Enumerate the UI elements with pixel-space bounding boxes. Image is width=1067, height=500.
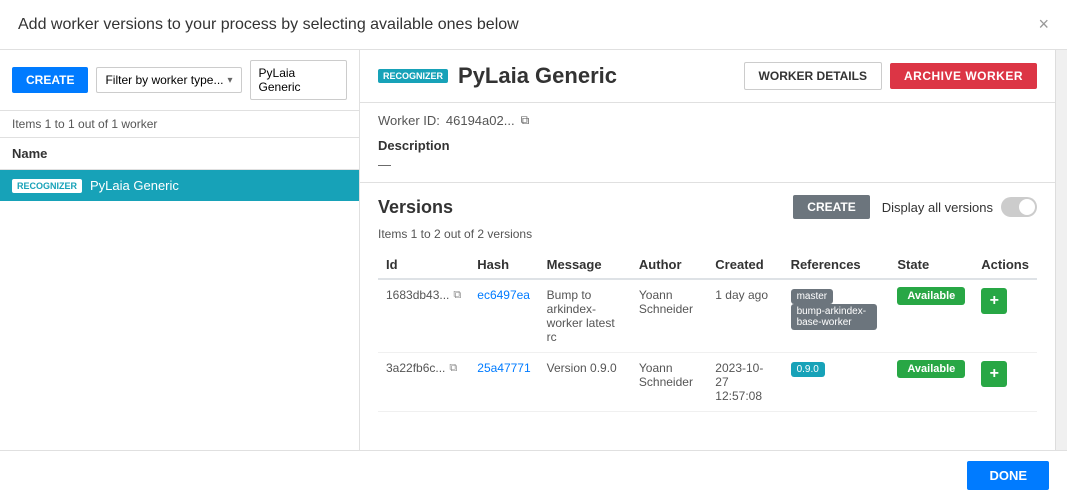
versions-actions: CREATE Display all versions	[793, 195, 1037, 219]
worker-id-row: Worker ID: 46194a02... ⧉	[378, 113, 1037, 128]
version-hash-link[interactable]: 25a47771	[477, 361, 530, 375]
table-row: 3a22fb6c... ⧉ 25a47771 Version 0.9.0 Yoa…	[378, 353, 1037, 412]
versions-table-body: 1683db43... ⧉ ec6497ea Bump to arkindex-…	[378, 279, 1037, 412]
version-message-cell: Version 0.9.0	[539, 353, 631, 412]
worker-details-button[interactable]: WORKER DETAILS	[744, 62, 882, 90]
reference-badge: bump-arkindex-base-worker	[791, 304, 878, 330]
version-references-cell: 0.9.0	[783, 353, 890, 412]
col-id: Id	[378, 251, 469, 279]
archive-worker-button[interactable]: ARCHIVE WORKER	[890, 63, 1037, 89]
left-panel: CREATE Filter by worker type... ▾ PyLaia…	[0, 50, 360, 450]
right-panel: RECOGNIZER PyLaia Generic WORKER DETAILS…	[360, 50, 1055, 450]
version-author-cell: Yoann Schneider	[631, 353, 707, 412]
version-created-cell: 2023-10-27 12:57:08	[707, 353, 782, 412]
list-item[interactable]: RECOGNIZER PyLaia Generic	[0, 170, 359, 201]
version-hash-cell: ec6497ea	[469, 279, 538, 353]
col-state: State	[889, 251, 973, 279]
create-version-button[interactable]: CREATE	[793, 195, 869, 219]
display-all-label: Display all versions	[882, 200, 993, 215]
version-created-cell: 1 day ago	[707, 279, 782, 353]
done-button[interactable]: DONE	[967, 461, 1049, 490]
versions-title: Versions	[378, 197, 453, 218]
worker-id-label: Worker ID:	[378, 113, 440, 128]
version-message-cell: Bump to arkindex-worker latest rc	[539, 279, 631, 353]
modal-body: CREATE Filter by worker type... ▾ PyLaia…	[0, 50, 1067, 450]
filter-select[interactable]: Filter by worker type... ▾	[96, 67, 241, 93]
chevron-down-icon: ▾	[227, 75, 232, 86]
worker-id-value: 46194a02...	[446, 113, 515, 128]
worker-type-badge: RECOGNIZER	[378, 69, 448, 83]
worker-detail-title: PyLaia Generic	[458, 63, 617, 89]
version-id: 3a22fb6c...	[386, 361, 445, 375]
col-message: Message	[539, 251, 631, 279]
col-actions: Actions	[973, 251, 1037, 279]
version-state-cell: Available	[889, 279, 973, 353]
col-references: References	[783, 251, 890, 279]
worker-list: RECOGNIZER PyLaia Generic	[0, 170, 359, 450]
col-hash: Hash	[469, 251, 538, 279]
create-worker-button[interactable]: CREATE	[12, 67, 88, 93]
filter-value-input[interactable]: PyLaia Generic	[250, 60, 347, 100]
close-button[interactable]: ×	[1038, 14, 1049, 35]
right-header: RECOGNIZER PyLaia Generic WORKER DETAILS…	[360, 50, 1055, 103]
copy-id-icon[interactable]: ⧉	[449, 362, 457, 375]
state-badge: Available	[897, 287, 965, 305]
version-id-cell: 3a22fb6c... ⧉	[378, 353, 469, 412]
description-label: Description	[378, 138, 1037, 153]
modal-footer: DONE	[0, 450, 1067, 500]
copy-id-icon[interactable]: ⧉	[453, 289, 461, 302]
version-actions-cell: +	[973, 279, 1037, 353]
add-version-button[interactable]: +	[981, 288, 1007, 314]
versions-header: Versions CREATE Display all versions	[378, 195, 1037, 219]
modal: Add worker versions to your process by s…	[0, 0, 1067, 500]
display-all-toggle: Display all versions	[882, 197, 1037, 217]
display-all-switch[interactable]	[1001, 197, 1037, 217]
version-actions-cell: +	[973, 353, 1037, 412]
scrollbar[interactable]	[1055, 50, 1067, 450]
toggle-knob	[1019, 199, 1035, 215]
modal-title: Add worker versions to your process by s…	[18, 16, 519, 34]
version-author-cell: Yoann Schneider	[631, 279, 707, 353]
recognizer-badge: RECOGNIZER	[12, 179, 82, 193]
reference-badge-version: 0.9.0	[791, 362, 825, 377]
version-references-cell: master bump-arkindex-base-worker	[783, 279, 890, 353]
version-id-cell: 1683db43... ⧉	[378, 279, 469, 353]
version-state-cell: Available	[889, 353, 973, 412]
version-hash-cell: 25a47771	[469, 353, 538, 412]
add-version-button[interactable]: +	[981, 361, 1007, 387]
list-column-name: Name	[0, 138, 359, 170]
versions-count: Items 1 to 2 out of 2 versions	[378, 227, 1037, 241]
versions-table: Id Hash Message Author Created Reference…	[378, 251, 1037, 412]
description-value: —	[378, 157, 1037, 172]
versions-section: Versions CREATE Display all versions Ite…	[360, 183, 1055, 424]
workers-count: Items 1 to 1 out of 1 worker	[0, 111, 359, 138]
right-header-left: RECOGNIZER PyLaia Generic	[378, 63, 617, 89]
state-badge: Available	[897, 360, 965, 378]
col-author: Author	[631, 251, 707, 279]
versions-table-head: Id Hash Message Author Created Reference…	[378, 251, 1037, 279]
worker-meta: Worker ID: 46194a02... ⧉ Description —	[360, 103, 1055, 183]
worker-item-name: PyLaia Generic	[90, 178, 179, 193]
version-hash-link[interactable]: ec6497ea	[477, 288, 530, 302]
right-header-actions: WORKER DETAILS ARCHIVE WORKER	[744, 62, 1037, 90]
reference-badge: master	[791, 289, 834, 304]
version-id: 1683db43...	[386, 288, 449, 302]
modal-header: Add worker versions to your process by s…	[0, 0, 1067, 50]
col-created: Created	[707, 251, 782, 279]
filter-label: Filter by worker type...	[105, 73, 223, 87]
copy-id-icon[interactable]: ⧉	[521, 113, 530, 128]
table-row: 1683db43... ⧉ ec6497ea Bump to arkindex-…	[378, 279, 1037, 353]
left-toolbar: CREATE Filter by worker type... ▾ PyLaia…	[0, 50, 359, 111]
